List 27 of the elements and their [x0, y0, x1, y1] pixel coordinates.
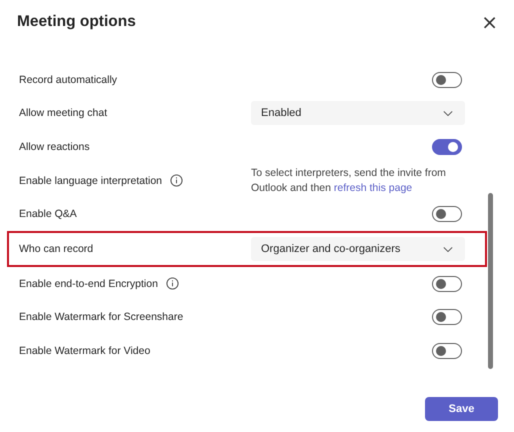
toggle-switch[interactable]	[432, 342, 462, 359]
toggle-switch[interactable]	[432, 309, 462, 326]
interpretation-note: To select interpreters, send the invite from Outlook and then refresh this page	[251, 166, 447, 196]
info-icon[interactable]	[170, 174, 184, 187]
option-label: Enable language interpretation	[19, 174, 162, 186]
option-label: Enable Q&A	[19, 208, 77, 220]
refresh-link[interactable]: refresh this page	[334, 182, 412, 194]
chevron-down-icon	[443, 110, 453, 117]
info-icon[interactable]	[166, 277, 179, 290]
option-label: Enable Watermark for Screenshare	[19, 311, 184, 324]
option-label: Enable end-to-end Encryption	[19, 278, 158, 290]
dropdown[interactable]: Enabled	[251, 101, 465, 126]
toggle-switch[interactable]	[432, 138, 462, 155]
close-button[interactable]: ×	[481, 12, 498, 32]
save-button[interactable]: Save	[425, 397, 498, 421]
option-label: Who can record	[19, 243, 94, 255]
toggle-switch[interactable]	[432, 276, 462, 292]
chevron-down-icon	[443, 246, 453, 252]
scrollbar[interactable]	[488, 193, 493, 369]
option-label: Record automatically	[19, 74, 118, 86]
option-label: Enable Watermark for Video	[19, 344, 150, 357]
toggle-switch[interactable]	[432, 206, 462, 222]
dialog-title: Meeting options	[17, 13, 136, 31]
toggle-switch[interactable]	[432, 72, 462, 88]
option-label: Allow meeting chat	[19, 107, 108, 120]
dropdown[interactable]: Organizer and co-organizers	[251, 237, 465, 261]
option-label: Allow reactions	[19, 140, 90, 153]
